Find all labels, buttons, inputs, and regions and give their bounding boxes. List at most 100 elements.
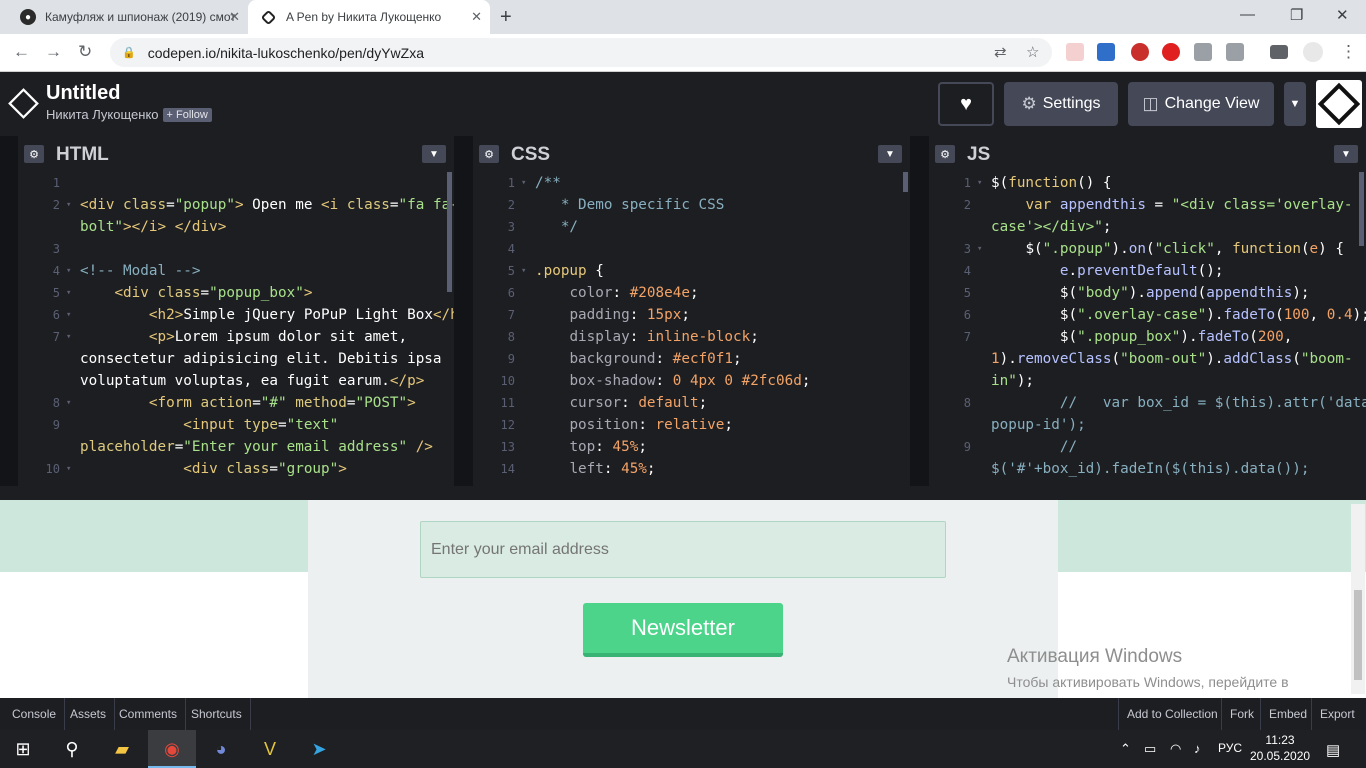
change-view-button[interactable]: ◫ Change View <box>1128 82 1274 126</box>
playlist-icon[interactable] <box>1270 45 1288 59</box>
fold-arrow-icon[interactable]: ▾ <box>521 260 526 282</box>
fold-arrow-icon[interactable]: ▾ <box>66 282 71 304</box>
code-line[interactable]: 1 ▾ /** <box>473 172 910 194</box>
chrome-icon[interactable]: ◉ <box>159 736 185 762</box>
translate-icon[interactable]: ⇄ <box>994 43 1007 61</box>
html-scrollbar[interactable] <box>447 172 452 292</box>
js-dropdown-chevron-icon[interactable]: ▼ <box>1334 145 1358 163</box>
shortcuts-button[interactable]: Shortcuts <box>183 698 251 730</box>
export-button[interactable]: Export <box>1311 698 1363 730</box>
discord-icon[interactable]: ◕ <box>208 736 234 762</box>
extension-icon[interactable] <box>1066 43 1084 61</box>
code-line[interactable]: 9 <input type="text" <box>18 414 454 436</box>
system-clock[interactable]: 11:23 20.05.2020 <box>1250 732 1310 764</box>
fold-arrow-icon[interactable]: ▾ <box>66 392 71 414</box>
search-icon[interactable]: ⚲ <box>59 736 85 762</box>
assets-button[interactable]: Assets <box>62 698 116 730</box>
code-line[interactable]: 8 display: inline-block; <box>473 326 910 348</box>
preview-scrollbar[interactable] <box>1351 504 1365 694</box>
embed-button[interactable]: Embed <box>1260 698 1315 730</box>
close-window-icon[interactable]: ✕ <box>1336 6 1349 24</box>
code-line[interactable]: 5 $("body").append(appendthis); <box>929 282 1366 304</box>
bookmark-star-icon[interactable]: ☆ <box>1026 43 1039 61</box>
profile-avatar[interactable] <box>1303 42 1323 62</box>
js-scrollbar[interactable] <box>1359 172 1364 246</box>
code-line[interactable]: 5 ▾ .popup { <box>473 260 910 282</box>
js-code-editor[interactable]: 1 ▾ $(function() {2 var appendthis = "<div… <box>929 172 1366 486</box>
windows-start-icon[interactable]: ⊞ <box>10 736 36 762</box>
notifications-icon[interactable]: ▤ <box>1326 741 1340 759</box>
extension-new-icon[interactable] <box>1097 43 1115 61</box>
code-line[interactable]: 3 */ <box>473 216 910 238</box>
scrollbar-thumb[interactable] <box>1354 590 1362 680</box>
code-line[interactable]: 2 * Demo specific CSS <box>473 194 910 216</box>
fold-arrow-icon[interactable]: ▾ <box>66 458 71 480</box>
code-line[interactable]: 3 <box>18 238 454 260</box>
minimize-icon[interactable]: — <box>1240 6 1255 23</box>
volume-icon[interactable]: ♪ <box>1194 741 1201 756</box>
change-view-dropdown[interactable]: ▼ <box>1284 82 1306 126</box>
code-line[interactable]: 9 background: #ecf0f1; <box>473 348 910 370</box>
back-icon[interactable]: ← <box>13 42 30 62</box>
email-input[interactable] <box>420 521 946 578</box>
new-tab-button[interactable]: + <box>500 6 512 29</box>
reload-icon[interactable]: ↻ <box>78 42 92 62</box>
code-line[interactable]: 7 $(".popup_box").fadeTo(200, <box>929 326 1366 348</box>
forward-icon[interactable]: → <box>45 42 62 62</box>
close-tab-icon[interactable]: ✕ <box>229 9 240 25</box>
fold-arrow-icon[interactable]: ▾ <box>66 326 71 348</box>
telegram-icon[interactable]: ➤ <box>306 736 332 762</box>
code-line[interactable]: 1 <box>18 172 454 194</box>
settings-button[interactable]: ⚙ Settings <box>1004 82 1118 126</box>
browser-tab-1[interactable]: ● Камуфляж и шпионаж (2019) смотреть онл… <box>8 0 248 34</box>
vim-app-icon[interactable]: V <box>257 736 283 762</box>
code-line[interactable]: 3 ▾ $(".popup").on("click", function(e) { <box>929 238 1366 260</box>
follow-button[interactable]: + Follow <box>162 107 212 122</box>
html-dropdown-chevron-icon[interactable]: ▼ <box>422 145 446 163</box>
fold-arrow-icon[interactable]: ▾ <box>66 194 71 216</box>
code-line[interactable]: 2 ▾ <div class="popup"> Open me <i class="… <box>18 194 454 216</box>
address-bar[interactable]: 🔒 codepen.io/nikita-lukoschenko/pen/dyYw… <box>110 38 1052 67</box>
code-line[interactable]: 9 // <box>929 436 1366 458</box>
cast-icon[interactable] <box>1226 43 1244 61</box>
html-settings-gear-icon[interactable]: ⚙ <box>24 145 44 163</box>
fork-button[interactable]: Fork <box>1221 698 1262 730</box>
battery-icon[interactable]: ▭ <box>1144 741 1156 757</box>
code-line[interactable]: voluptatum voluptas, ea fugit earum.</p> <box>18 370 454 392</box>
menu-dots-icon[interactable]: ⋮ <box>1340 42 1357 62</box>
fold-arrow-icon[interactable]: ▾ <box>977 172 982 194</box>
code-line[interactable]: 11 cursor: default; <box>473 392 910 414</box>
code-line[interactable]: $('#'+box_id).fadeIn($(this).data()); <box>929 458 1366 480</box>
opera-icon[interactable] <box>1162 43 1180 61</box>
user-avatar[interactable] <box>1316 80 1362 128</box>
newsletter-button[interactable]: Newsletter <box>583 603 783 657</box>
code-line[interactable]: 12 position: relative; <box>473 414 910 436</box>
code-line[interactable]: 10 ▾ <div class="group"> <box>18 458 454 480</box>
code-line[interactable]: bolt"></i> </div> <box>18 216 454 238</box>
css-settings-gear-icon[interactable]: ⚙ <box>479 145 499 163</box>
code-line[interactable]: 2 var appendthis = "<div class='overlay- <box>929 194 1366 216</box>
fold-arrow-icon[interactable]: ▾ <box>977 238 982 260</box>
console-button[interactable]: Console <box>4 698 66 730</box>
code-line[interactable]: 4 e.preventDefault(); <box>929 260 1366 282</box>
language-indicator[interactable]: РУС <box>1218 741 1242 755</box>
code-line[interactable]: consectetur adipisicing elit. Debitis ip… <box>18 348 454 370</box>
css-code-editor[interactable]: 1 ▾/** 2 * Demo specific CSS 3 */4 5 ▾ .popup … <box>473 172 910 486</box>
code-line[interactable]: in"); <box>929 370 1366 392</box>
code-line[interactable]: 4 ▾ <!-- Modal --> <box>18 260 454 282</box>
code-line[interactable]: case'></div>"; <box>929 216 1366 238</box>
code-line[interactable]: 14 left: 45%; <box>473 458 910 480</box>
adblock-icon[interactable] <box>1131 43 1149 61</box>
css-scrollbar[interactable] <box>903 172 908 192</box>
code-line[interactable]: popup-id'); <box>929 414 1366 436</box>
maximize-icon[interactable]: ❐ <box>1290 6 1303 24</box>
file-explorer-icon[interactable]: ▰ <box>109 736 135 762</box>
code-line[interactable]: placeholder="Enter your email address" /… <box>18 436 454 458</box>
code-line[interactable]: 5 ▾ <div class="popup_box"> <box>18 282 454 304</box>
js-settings-gear-icon[interactable]: ⚙ <box>935 145 955 163</box>
code-line[interactable]: 10 box-shadow: 0 4px 0 #2fc06d; <box>473 370 910 392</box>
code-line[interactable]: 1).removeClass("boom-out").addClass("boo… <box>929 348 1366 370</box>
close-tab-icon[interactable]: ✕ <box>471 9 482 25</box>
author-name[interactable]: Никита Лукощенко <box>46 107 159 122</box>
code-line[interactable]: 13 top: 45%; <box>473 436 910 458</box>
